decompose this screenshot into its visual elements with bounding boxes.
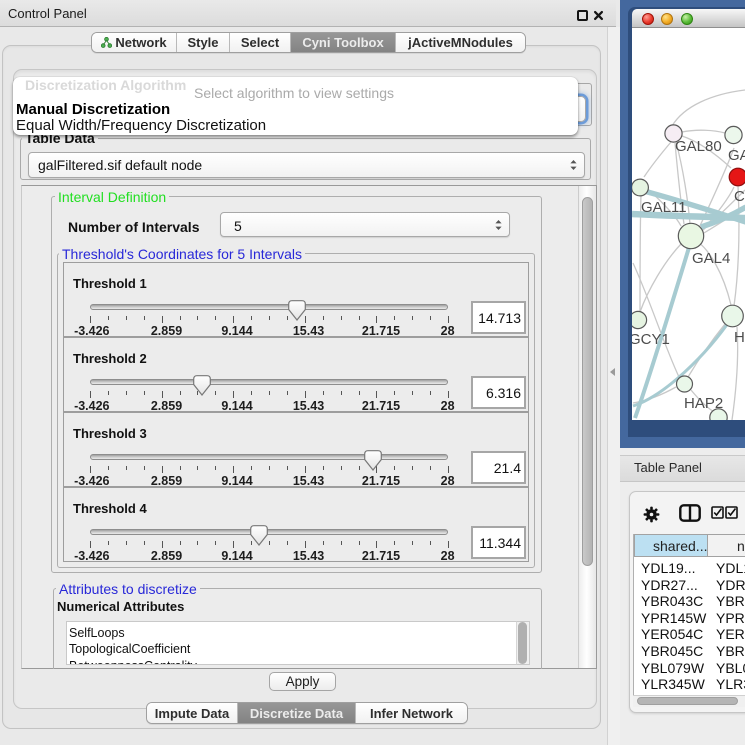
svg-text:GCY1: GCY1 [632,331,670,348]
svg-text:GAL11: GAL11 [641,199,687,216]
svg-text:GAL80: GAL80 [675,138,722,155]
svg-text:HAP2: HAP2 [684,395,723,412]
svg-text:GA: GA [728,147,745,164]
svg-text:HI: HI [734,329,745,346]
svg-text:GAL4: GAL4 [692,250,730,267]
svg-text:CY: CY [734,188,745,205]
